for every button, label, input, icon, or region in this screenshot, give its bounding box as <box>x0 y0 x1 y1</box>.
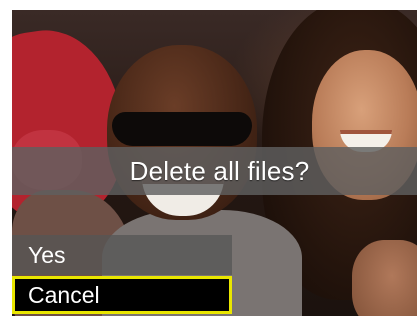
dialog-title: Delete all files? <box>129 155 310 186</box>
dialog-title-bar: Delete all files? <box>12 147 417 195</box>
cancel-option[interactable]: Cancel <box>12 276 232 314</box>
yes-option[interactable]: Yes <box>12 235 232 275</box>
options-menu: Yes Cancel <box>12 235 232 314</box>
camera-screen: Delete all files? Yes Cancel <box>12 10 417 316</box>
yes-option-label: Yes <box>28 241 66 268</box>
cancel-option-label: Cancel <box>28 281 100 308</box>
